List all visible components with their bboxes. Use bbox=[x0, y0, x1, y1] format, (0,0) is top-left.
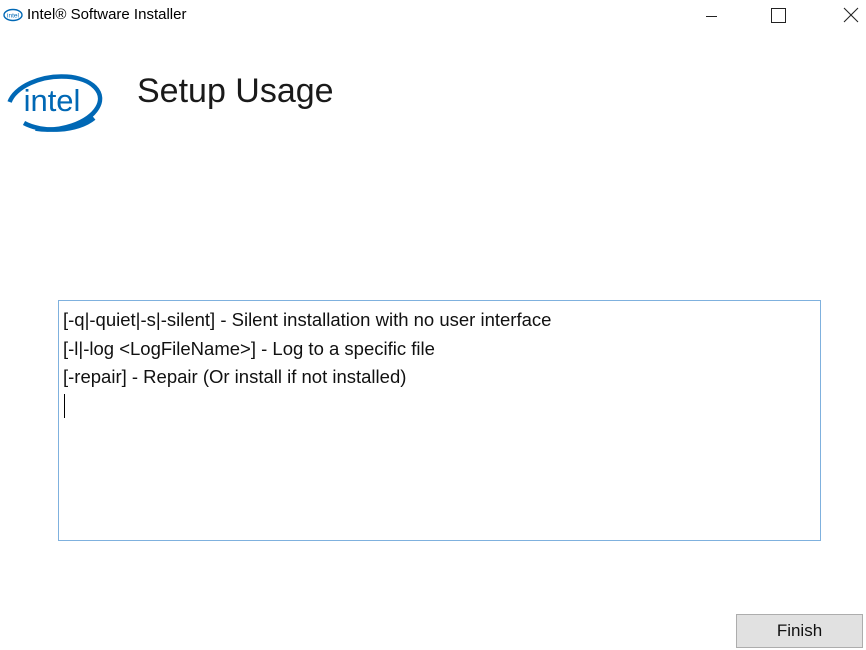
installer-window: intel Intel® Software Installer intel Se… bbox=[0, 0, 866, 650]
close-icon bbox=[843, 7, 859, 23]
title-bar[interactable]: intel Intel® Software Installer bbox=[0, 0, 866, 32]
usage-line-log: [-l|-log <LogFileName>] - Log to a speci… bbox=[63, 337, 435, 359]
usage-line-quiet: [-q|-quiet|-s|-silent] - Silent installa… bbox=[63, 309, 552, 330]
minimize-icon bbox=[706, 16, 717, 17]
minimize-button[interactable] bbox=[688, 0, 734, 32]
page-title: Setup Usage bbox=[137, 72, 334, 110]
text-caret bbox=[64, 393, 65, 418]
close-button[interactable] bbox=[824, 0, 866, 32]
intel-logo: intel bbox=[2, 66, 104, 138]
maximize-button[interactable] bbox=[756, 0, 802, 32]
window-title: Intel® Software Installer bbox=[27, 6, 187, 23]
svg-text:intel: intel bbox=[7, 13, 19, 20]
maximize-icon bbox=[771, 8, 786, 23]
intel-logo-text: intel bbox=[24, 83, 81, 118]
usage-textarea[interactable]: [-q|-quiet|-s|-silent] - Silent installa… bbox=[58, 300, 821, 541]
finish-button[interactable]: Finish bbox=[736, 614, 863, 648]
intel-app-icon: intel bbox=[3, 8, 23, 22]
usage-line-repair: [-repair] - Repair (Or install if not in… bbox=[63, 366, 407, 387]
